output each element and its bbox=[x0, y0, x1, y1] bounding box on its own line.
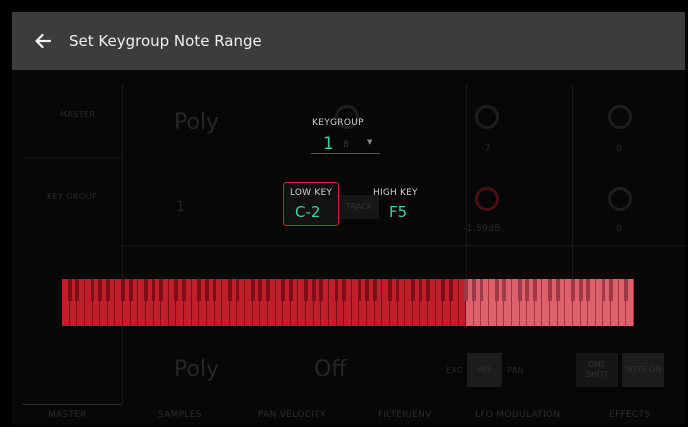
black-key[interactable] bbox=[205, 279, 209, 301]
black-key[interactable] bbox=[471, 279, 476, 301]
app-frame: Set Keygroup Note Range MASTER KEY GROUP… bbox=[12, 12, 685, 425]
back-arrow-icon[interactable] bbox=[34, 32, 52, 50]
black-key[interactable] bbox=[342, 279, 347, 301]
black-key[interactable] bbox=[464, 279, 469, 301]
black-key[interactable] bbox=[365, 279, 369, 301]
divider bbox=[22, 157, 122, 158]
black-key[interactable] bbox=[525, 279, 530, 301]
black-key[interactable] bbox=[98, 279, 103, 301]
bg-readout: 0 bbox=[616, 224, 623, 234]
black-key[interactable] bbox=[601, 279, 606, 301]
bg-keygroup-number: 1 bbox=[176, 199, 185, 215]
black-key[interactable] bbox=[235, 279, 240, 301]
sidebar-item-master[interactable]: MASTER bbox=[60, 110, 95, 119]
bg-knob bbox=[608, 187, 632, 211]
black-key[interactable] bbox=[410, 279, 415, 301]
black-key[interactable] bbox=[388, 279, 392, 301]
tab-master[interactable]: MASTER bbox=[48, 410, 87, 420]
divider bbox=[122, 84, 123, 404]
black-key[interactable] bbox=[75, 279, 80, 301]
black-key[interactable] bbox=[266, 279, 270, 301]
high-key-label: HIGH KEY bbox=[373, 188, 418, 198]
bg-pan-label: PAN bbox=[507, 366, 524, 375]
black-key[interactable] bbox=[578, 279, 583, 301]
black-key[interactable] bbox=[334, 279, 339, 301]
piano-keyboard[interactable] bbox=[62, 279, 634, 326]
tab-samples[interactable]: SAMPLES bbox=[158, 410, 202, 420]
bg-off-text: Off bbox=[314, 357, 347, 382]
black-key[interactable] bbox=[426, 279, 430, 301]
tab-effects[interactable]: EFFECTS bbox=[609, 410, 650, 420]
page-title: Set Keygroup Note Range bbox=[69, 32, 262, 50]
black-key[interactable] bbox=[449, 279, 453, 301]
sidebar-item-keygroup[interactable]: KEY GROUP bbox=[47, 192, 97, 201]
black-key[interactable] bbox=[609, 279, 614, 301]
black-key[interactable] bbox=[90, 279, 95, 301]
dialog-header: Set Keygroup Note Range bbox=[12, 12, 685, 70]
bg-oneshot-button[interactable]: ONE SHOT bbox=[576, 353, 618, 387]
dropdown-caret-icon: ▼ bbox=[367, 138, 373, 146]
black-key[interactable] bbox=[258, 279, 263, 301]
black-key[interactable] bbox=[182, 279, 186, 301]
black-key[interactable] bbox=[288, 279, 293, 301]
black-key[interactable] bbox=[586, 279, 591, 301]
keygroup-total: 8 bbox=[343, 140, 349, 150]
black-key[interactable] bbox=[479, 279, 484, 301]
divider bbox=[122, 245, 685, 246]
bg-exc-label: EXC bbox=[446, 366, 463, 375]
low-key-label: LOW KEY bbox=[290, 188, 333, 198]
bg-knob bbox=[475, 187, 499, 211]
tab-lfo-modulation[interactable]: LFO MODULATION bbox=[475, 410, 560, 420]
tab-filter-env[interactable]: FILTER/ENV bbox=[378, 410, 432, 420]
black-key[interactable] bbox=[159, 279, 164, 301]
black-key[interactable] bbox=[624, 279, 629, 301]
black-key[interactable] bbox=[571, 279, 575, 301]
low-key-value[interactable]: C-2 bbox=[295, 203, 320, 221]
bg-poly-top: Poly bbox=[174, 110, 220, 135]
black-key[interactable] bbox=[227, 279, 232, 301]
black-key[interactable] bbox=[174, 279, 179, 301]
bg-readout: 0 bbox=[616, 144, 623, 154]
black-key[interactable] bbox=[502, 279, 507, 301]
tab-pan-velocity[interactable]: PAN VELOCITY bbox=[258, 410, 326, 420]
bg-vel-button[interactable]: VEL bbox=[467, 353, 502, 387]
bg-knob bbox=[608, 105, 632, 129]
black-key[interactable] bbox=[212, 279, 217, 301]
black-key[interactable] bbox=[532, 279, 537, 301]
bg-track-button[interactable]: TRACK bbox=[339, 195, 379, 219]
black-key[interactable] bbox=[128, 279, 133, 301]
bg-readout: -7 bbox=[481, 144, 491, 154]
black-key[interactable] bbox=[281, 279, 286, 301]
black-key[interactable] bbox=[121, 279, 125, 301]
black-key[interactable] bbox=[151, 279, 156, 301]
bg-readout: -1.59dB bbox=[463, 224, 501, 234]
black-key[interactable] bbox=[105, 279, 110, 301]
black-key[interactable] bbox=[67, 279, 72, 301]
black-key[interactable] bbox=[143, 279, 148, 301]
high-key-value[interactable]: F5 bbox=[389, 203, 407, 221]
black-key[interactable] bbox=[494, 279, 499, 301]
bg-knob bbox=[475, 105, 499, 129]
bg-noteon-button[interactable]: NOTE ON bbox=[622, 353, 664, 387]
black-key[interactable] bbox=[555, 279, 560, 301]
keygroup-label: KEYGROUP bbox=[312, 118, 364, 128]
black-key[interactable] bbox=[250, 279, 255, 301]
black-key[interactable] bbox=[357, 279, 362, 301]
black-key[interactable] bbox=[517, 279, 522, 301]
tab-underline bbox=[22, 404, 122, 405]
black-key[interactable] bbox=[319, 279, 324, 301]
black-key[interactable] bbox=[441, 279, 446, 301]
black-key[interactable] bbox=[548, 279, 552, 301]
black-key[interactable] bbox=[197, 279, 202, 301]
black-key[interactable] bbox=[418, 279, 423, 301]
black-key[interactable] bbox=[395, 279, 400, 301]
bg-poly-bottom: Poly bbox=[174, 357, 220, 382]
keygroup-value[interactable]: 1 bbox=[323, 134, 334, 154]
black-key[interactable] bbox=[311, 279, 316, 301]
black-key[interactable] bbox=[372, 279, 377, 301]
black-key[interactable] bbox=[304, 279, 308, 301]
